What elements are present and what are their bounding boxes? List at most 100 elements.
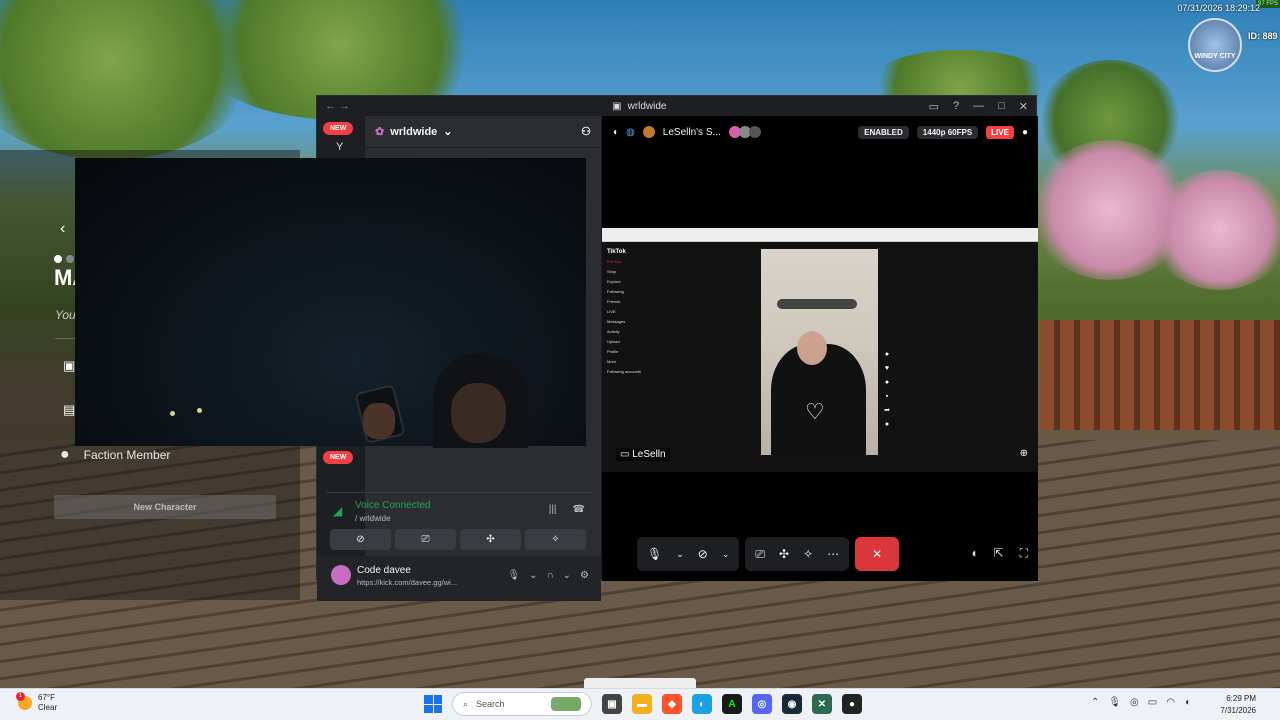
file-explorer-icon[interactable]: ▬ <box>632 694 652 714</box>
soundboard-button[interactable]: ✧ <box>525 529 586 550</box>
enabled-chip[interactable]: ENABLED <box>858 125 909 139</box>
search-highlight-icon <box>551 697 581 711</box>
server-name: wrldwide <box>390 125 438 138</box>
microphone-icon[interactable]: 🎙 <box>647 547 662 561</box>
browser-toolbar <box>602 228 1038 242</box>
tiktok-menu-item: LIVE <box>607 309 616 314</box>
voice-status[interactable]: Voice Connected <box>355 500 431 511</box>
soundboard-icon[interactable]: ✧ <box>803 547 813 561</box>
camera-off-button[interactable]: ⊘ <box>330 529 391 550</box>
weather-temp: 67°F <box>38 693 55 702</box>
id-card-icon: ▣ <box>63 358 76 373</box>
close-button[interactable]: ✕ <box>1019 100 1028 113</box>
game-launcher-icon[interactable]: A <box>722 694 742 714</box>
live-badge: LIVE <box>986 125 1014 139</box>
nav-arrows[interactable]: ← → <box>325 100 350 112</box>
task-view-icon[interactable]: ▣ <box>602 694 622 714</box>
new-badge: NEW <box>323 122 354 135</box>
snip-bar[interactable] <box>584 678 696 688</box>
help-icon[interactable]: ? <box>953 100 959 113</box>
tiktok-sidebar: TikTok For You Shop Explore Following Fr… <box>604 244 656 380</box>
stream-video[interactable]: TikTok For You Shop Explore Following Fr… <box>602 228 1038 472</box>
chevron-up-icon[interactable]: ⌃ <box>1091 697 1099 708</box>
brave-browser-icon[interactable]: ◆ <box>662 694 682 714</box>
more-icon[interactable]: ⋯ <box>827 547 839 561</box>
chat-icon[interactable]: ● <box>1022 127 1028 138</box>
edge-browser-icon[interactable]: ◐ <box>692 694 712 714</box>
disconnect-icon[interactable]: ☎ <box>573 504 585 515</box>
volume-icon[interactable]: ◖ <box>1184 697 1190 708</box>
chevron-down-icon[interactable]: ⌄ <box>676 549 684 560</box>
weather-widget[interactable]: 1 67°F Clear <box>16 692 58 713</box>
user-panel: Code davee https://kick.com/davee.gg/wi.… <box>317 556 601 601</box>
fullscreen-icon[interactable]: ⛶ <box>1020 546 1028 561</box>
monitor-icon: ▭ <box>620 449 633 460</box>
stream-name-tag: ▭ LeSelln <box>616 448 670 461</box>
server-letter-icon[interactable]: Y <box>336 141 343 153</box>
ceiling-fan <box>777 299 857 309</box>
chevron-down-icon[interactable]: ⌄ <box>722 549 730 560</box>
noise-suppression-icon[interactable]: ||| <box>549 504 557 515</box>
microphone-icon[interactable]: 🎙 <box>507 570 520 581</box>
maximize-button[interactable]: □ <box>998 100 1005 113</box>
quality-chip[interactable]: 1440p 60FPS <box>916 125 979 139</box>
streamer-name[interactable]: LeSelln's S... <box>663 127 721 138</box>
volume-icon[interactable]: ◖ <box>970 546 977 561</box>
chevron-down-icon[interactable]: ⌄ <box>529 570 537 581</box>
server-icon: ▣ <box>612 100 622 112</box>
activities-icon[interactable]: ✣ <box>779 547 789 561</box>
network-icon[interactable]: ▭ <box>1148 697 1157 708</box>
weather-alert-badge: 1 <box>16 692 25 701</box>
new-badge-bottom: NEW <box>323 451 354 464</box>
speaker-icon[interactable]: ◖ <box>612 127 618 138</box>
steam-icon[interactable]: ◉ <box>782 694 802 714</box>
weather-desc: Clear <box>38 703 58 712</box>
tiktok-menu-item: Shop <box>607 269 617 274</box>
viewer-avatar <box>748 126 761 138</box>
server-header[interactable]: ✿ wrldwide ⌄ ⚇ <box>365 116 601 148</box>
minimize-button[interactable]: — <box>973 100 984 113</box>
tiktok-video: ♡ <box>761 249 878 459</box>
tiktok-menu-item: Explore <box>607 279 621 284</box>
globe-icon: ◍ <box>626 126 635 138</box>
back-arrow-icon[interactable]: ‹ <box>60 220 65 238</box>
tiktok-menu-item: Upload <box>607 339 620 344</box>
gear-icon[interactable]: ⚙ <box>580 570 589 581</box>
popout-icon[interactable]: ⇱ <box>994 546 1004 561</box>
heart-icon: ♡ <box>805 399 825 424</box>
share-screen-button[interactable]: ⎚ <box>395 529 456 550</box>
inbox-icon[interactable]: ▭ <box>929 100 939 113</box>
avatar[interactable] <box>331 565 351 585</box>
window-title: wrldwide <box>627 100 667 112</box>
taskbar-clock[interactable]: 6:29 PM 7/31/2026 <box>1220 693 1256 717</box>
obs-icon[interactable]: ● <box>842 694 862 714</box>
username[interactable]: Code davee <box>357 565 411 576</box>
stream-area: ◖ ◍ LeSelln's S... ENABLED 1440p 60FPS L… <box>602 116 1038 581</box>
share-screen-icon[interactable]: ⎚ <box>755 547 765 562</box>
system-tray: ⌃ 🎙 ◎ ▭ ◠ ◖ <box>1091 697 1190 708</box>
tiktok-menu-item: Following <box>607 289 624 294</box>
voice-channel[interactable]: / wrldwide <box>355 514 391 523</box>
wifi-icon[interactable]: ◠ <box>1166 697 1175 708</box>
windows-start-icon[interactable] <box>424 695 442 713</box>
faction-row: ● Faction Member <box>60 446 170 464</box>
add-member-icon[interactable]: ⚇ <box>581 125 591 138</box>
activities-button[interactable]: ✣ <box>460 529 521 550</box>
discord-icon[interactable]: ◎ <box>752 694 772 714</box>
headphones-icon[interactable]: ∩ <box>546 570 553 581</box>
clock-date: 7/31/2026 <box>1220 706 1256 715</box>
location-icon[interactable]: ◎ <box>1130 697 1139 708</box>
search-icon: ⌕ <box>463 698 469 709</box>
chevron-down-icon[interactable]: ⌄ <box>563 570 571 581</box>
microphone-icon[interactable]: 🎙 <box>1108 697 1121 708</box>
signal-icon: ◢ <box>333 504 343 518</box>
chevron-down-icon: ⌄ <box>443 126 453 138</box>
clock-time: 6:29 PM <box>1226 694 1256 703</box>
end-stream-button[interactable]: ✕ <box>855 537 900 571</box>
zoom-icon[interactable]: ⊕ <box>1020 448 1028 459</box>
search-placeholder: Search <box>476 699 505 709</box>
taskbar-search[interactable]: ⌕ Search <box>452 692 592 716</box>
new-character-button[interactable]: New Character <box>54 495 276 519</box>
terminal-icon[interactable]: ✕ <box>812 694 832 714</box>
camera-off-icon[interactable]: ⊘ <box>698 547 708 561</box>
